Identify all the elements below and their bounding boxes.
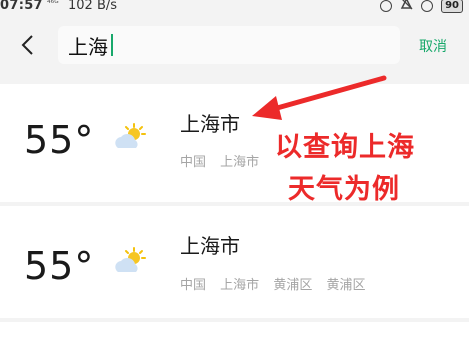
- annotation-text-line2: 天气为例: [288, 174, 400, 205]
- region-subdistrict: 黄浦区: [326, 278, 366, 293]
- status-time: 07:57: [0, 0, 43, 13]
- status-bar: 07:57 ⁴⁶ᴳ 102 B/s 90: [0, 0, 469, 20]
- dnd-icon: [379, 0, 392, 12]
- region-city: 上海市: [220, 155, 260, 170]
- alarm-off-icon: [400, 0, 413, 14]
- network-speed: 102 B/s: [68, 0, 118, 13]
- temperature: 55°: [24, 118, 95, 162]
- signal-indicator: ⁴⁶ᴳ: [47, 0, 59, 9]
- region-country: 中国: [180, 155, 207, 170]
- search-header: 取消: [0, 20, 469, 82]
- cancel-button[interactable]: 取消: [419, 36, 447, 56]
- battery-icon: 90: [441, 0, 463, 13]
- region-path: 中国 上海市: [180, 151, 269, 170]
- status-icons: 90: [376, 0, 463, 13]
- text-cursor: [111, 34, 113, 56]
- partly-cloudy-icon: [115, 247, 146, 272]
- search-box[interactable]: [58, 26, 400, 64]
- city-name: 上海市: [180, 112, 240, 136]
- back-button[interactable]: [16, 30, 42, 60]
- search-input[interactable]: [68, 30, 368, 60]
- result-item[interactable]: 55° 上海市 中国 上海市 黄浦区 黄浦区: [0, 206, 469, 318]
- region-path: 中国 上海市 黄浦区 黄浦区: [180, 274, 375, 293]
- chevron-left-icon: [21, 35, 33, 55]
- temperature: 55°: [24, 244, 95, 288]
- annotation-text-line1: 以查询上海: [275, 132, 415, 163]
- region-city: 上海市: [220, 278, 260, 293]
- result-item-partial[interactable]: [0, 322, 469, 337]
- region-district: 黄浦区: [273, 278, 313, 293]
- partly-cloudy-icon: [115, 123, 146, 148]
- region-country: 中国: [180, 278, 207, 293]
- city-name: 上海市: [180, 234, 240, 258]
- lock-icon: [420, 0, 433, 12]
